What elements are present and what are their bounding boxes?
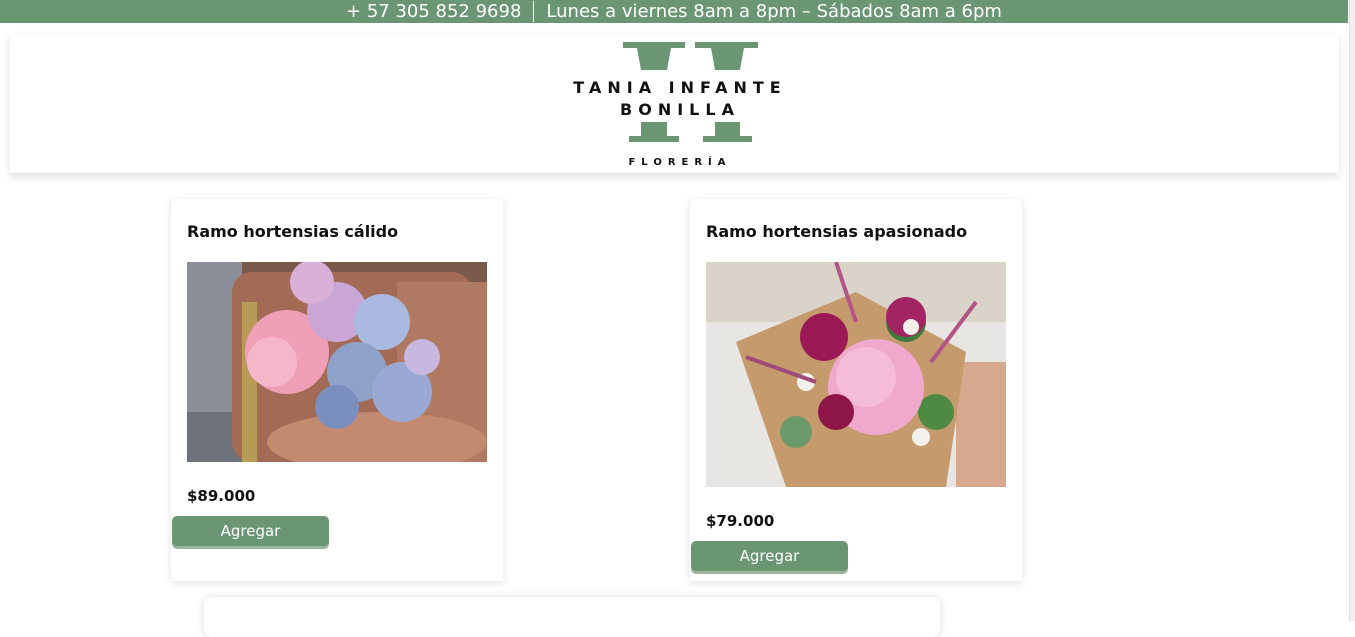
product-image[interactable] (187, 262, 487, 462)
add-to-cart-button[interactable]: Agregar (691, 541, 848, 571)
site-header: TANIA INFANTE BONILLA FLORERÍA (10, 34, 1339, 173)
product-title[interactable]: Ramo hortensias apasionado (706, 222, 967, 241)
product-image[interactable] (706, 262, 1006, 487)
business-hours: Lunes a viernes 8am a 8pm – Sábados 8am … (546, 1, 1002, 22)
product-price: $89.000 (187, 487, 256, 505)
scrollbar[interactable] (1349, 0, 1355, 621)
logo-line-2: BONILLA (620, 100, 740, 119)
product-price: $79.000 (706, 512, 775, 530)
next-section-panel (204, 597, 940, 637)
product-card: Ramo hortensias cálido $89.000 Agregar (171, 199, 503, 581)
top-info-bar: + 57 305 852 9698 Lunes a viernes 8am a … (0, 0, 1348, 23)
product-card: Ramo hortensias apasionado $79.000 Agreg… (690, 199, 1022, 581)
add-to-cart-button[interactable]: Agregar (172, 516, 329, 546)
logo[interactable]: TANIA INFANTE BONILLA FLORERÍA (555, 42, 815, 172)
phone-number[interactable]: + 57 305 852 9698 (346, 1, 521, 22)
product-title[interactable]: Ramo hortensias cálido (187, 222, 398, 241)
divider (533, 1, 535, 22)
logo-tagline: FLORERÍA (628, 157, 732, 168)
logo-line-1: TANIA INFANTE (573, 78, 787, 97)
